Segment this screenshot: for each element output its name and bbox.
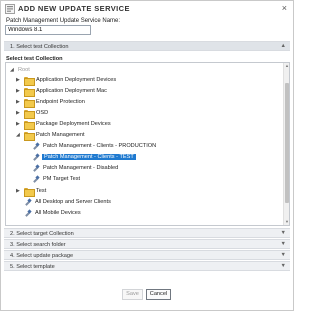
chevron-up-icon: ▲	[280, 43, 286, 49]
collection-tree[interactable]: ◢ Root ▶ Application Deployment Devices …	[5, 62, 290, 226]
folder-icon	[24, 88, 35, 97]
cancel-button[interactable]: Cancel	[146, 289, 171, 300]
folder-icon	[24, 77, 35, 86]
dialog-title: Add New Update Service	[18, 4, 130, 13]
expand-icon[interactable]: ▶	[16, 77, 21, 83]
expand-icon[interactable]: ▶	[16, 88, 21, 94]
collapse-icon[interactable]: ◢	[16, 132, 21, 138]
tree-node-label: Application Deployment Devices	[36, 76, 117, 83]
expand-icon[interactable]: ▶	[16, 121, 21, 127]
folder-icon	[24, 121, 35, 130]
section-select-search-folder[interactable]: 3. Select search folder ▼	[4, 239, 290, 249]
section-select-update-package[interactable]: 4. Select update package ▼	[4, 250, 290, 260]
tree-node-label: All Desktop and Server Clients	[35, 198, 111, 205]
tree-node-label: Patch Management - Disabled	[43, 164, 119, 171]
folder-icon	[24, 99, 35, 108]
tree-node-label: Application Deployment Mac	[36, 87, 107, 94]
section-label: 4. Select update package	[10, 252, 74, 259]
tree-node-label: Endpoint Protection	[36, 98, 85, 105]
add-update-service-dialog: Add New Update Service × Patch Managemen…	[0, 0, 294, 311]
tree-node-label: Package Deployment Devices	[36, 120, 111, 127]
service-name-input[interactable]	[5, 25, 91, 35]
expand-icon[interactable]: ◢	[10, 67, 15, 73]
chevron-down-icon: ▼	[280, 230, 286, 236]
tree-node-label: Test	[36, 187, 47, 194]
section-label: 3. Select search folder	[10, 241, 66, 248]
chevron-down-icon: ▼	[280, 241, 286, 247]
tree-node-label: Patch Management	[36, 131, 85, 138]
collection-icon	[32, 176, 40, 183]
expand-icon[interactable]: ▶	[16, 99, 21, 105]
service-name-label: Patch Management Update Service Name:	[6, 18, 121, 24]
tree-node-label: Patch Management - Clients - PRODUCTION	[43, 142, 157, 149]
save-button[interactable]: Save	[122, 289, 143, 300]
collection-icon	[24, 199, 32, 206]
tree-node-label: Root	[18, 66, 30, 73]
tree-node-label: OSD	[36, 109, 49, 116]
section-label: 5. Select template	[10, 263, 55, 270]
tree-node-label: Patch Management - Clients - TEST	[42, 153, 136, 160]
collection-icon	[32, 154, 40, 161]
collection-icon	[32, 143, 40, 150]
section-select-test-collection[interactable]: 1. Select test Collection ▲	[4, 41, 290, 51]
section-label: 2. Select target Collection	[10, 230, 74, 237]
tree-scrollbar[interactable]: ▲ ▼	[283, 63, 289, 225]
folder-icon	[24, 132, 35, 141]
folder-icon	[24, 110, 35, 119]
section-select-target-collection[interactable]: 2. Select target Collection ▼	[4, 228, 290, 238]
collection-icon	[24, 210, 32, 217]
scrollbar-thumb[interactable]	[285, 83, 289, 203]
close-icon[interactable]: ×	[282, 3, 287, 13]
dialog-titlebar: Add New Update Service ×	[1, 1, 293, 17]
expand-icon[interactable]: ▶	[16, 188, 21, 194]
section-select-template[interactable]: 5. Select template ▼	[4, 261, 290, 271]
scroll-down-icon[interactable]: ▼	[284, 219, 289, 225]
chevron-down-icon: ▼	[280, 252, 286, 258]
wizard-icon	[5, 4, 15, 14]
tree-node-label: PM Target Test	[43, 175, 81, 182]
folder-icon	[24, 188, 35, 197]
expand-icon[interactable]: ▶	[16, 110, 21, 116]
section-label: 1. Select test Collection	[10, 43, 69, 50]
scroll-up-icon[interactable]: ▲	[284, 63, 289, 69]
collection-icon	[32, 165, 40, 172]
chevron-down-icon: ▼	[280, 263, 286, 269]
tree-node-label: All Mobile Devices	[35, 209, 81, 216]
